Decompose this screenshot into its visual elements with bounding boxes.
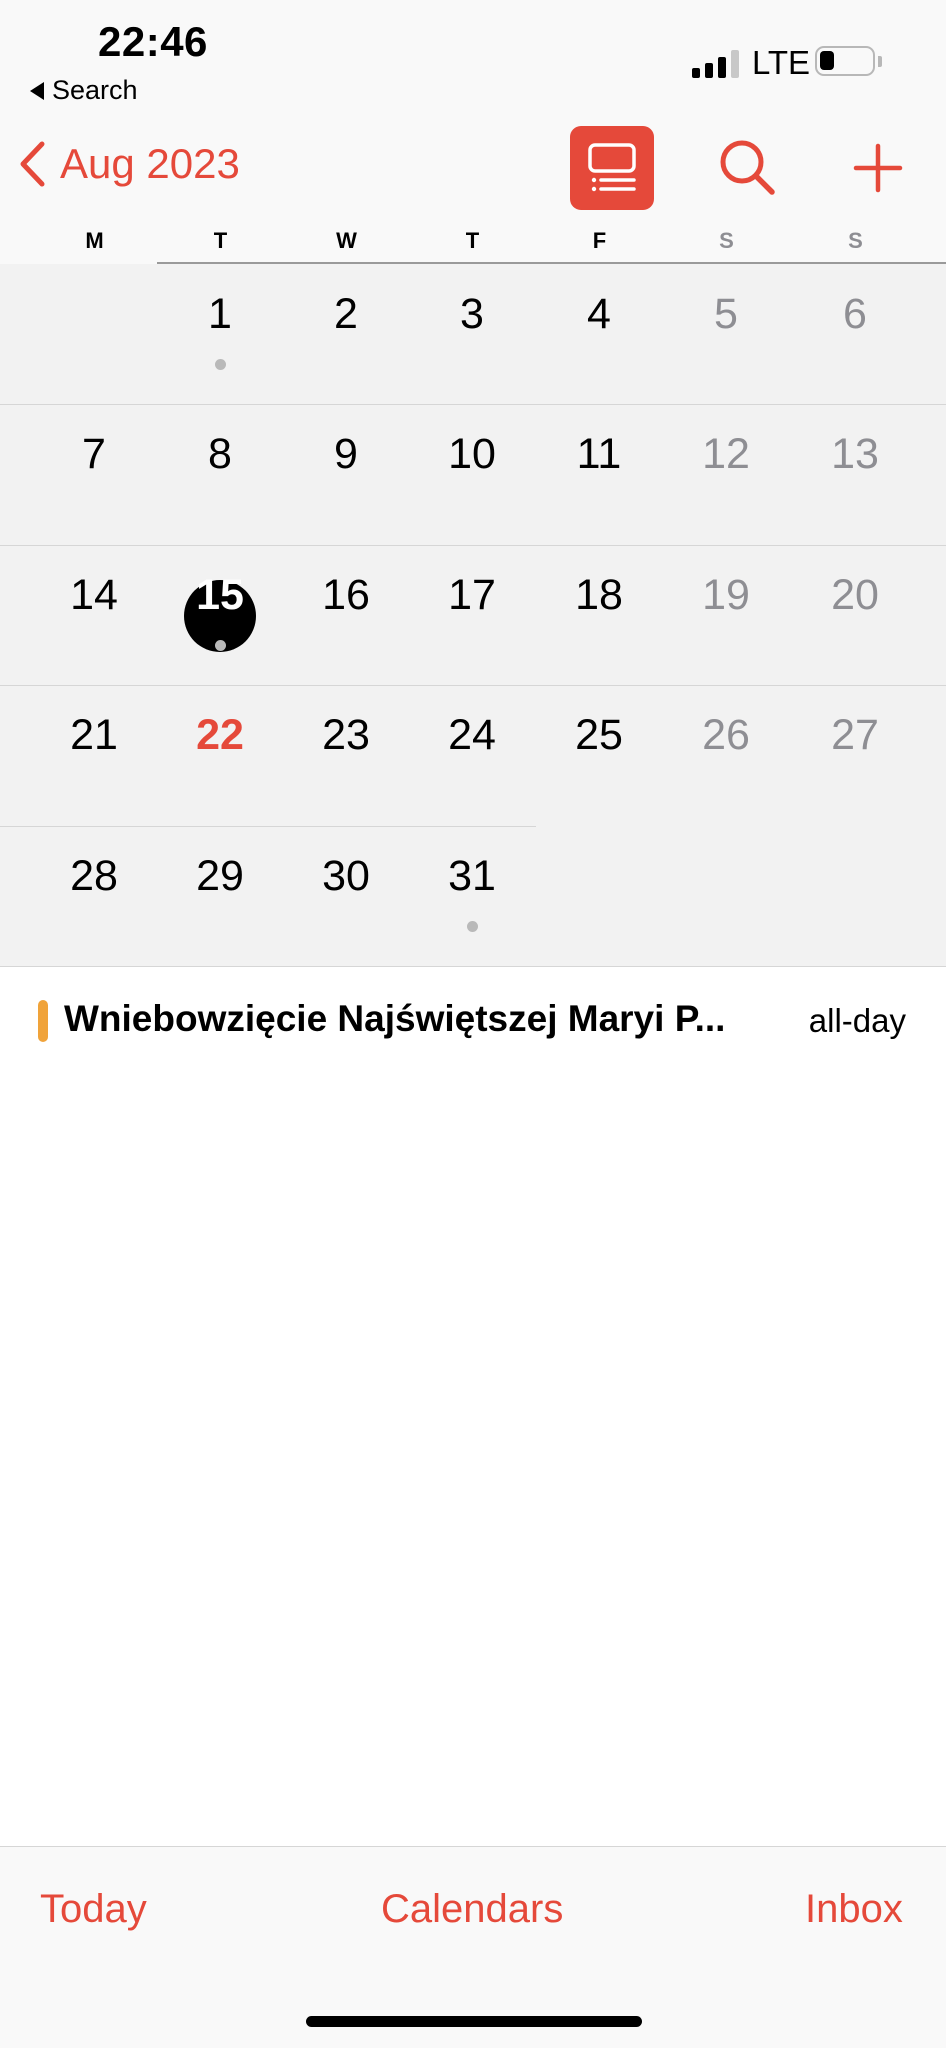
calendar-day[interactable]: 28	[44, 852, 144, 901]
calendar-day[interactable]: 24	[422, 711, 522, 760]
week-divider	[0, 685, 946, 686]
calendar-day[interactable]: 9	[296, 430, 396, 479]
network-type: LTE	[752, 44, 811, 81]
week-divider	[0, 545, 946, 546]
back-to-app-label: Search	[52, 75, 138, 105]
calendar-day[interactable]: 12	[676, 430, 776, 479]
calendar-day[interactable]: 4	[549, 290, 649, 339]
status-time: 22:46	[98, 18, 208, 65]
tab-inbox[interactable]: Inbox	[805, 1887, 903, 1932]
calendar-day[interactable]: 1	[170, 290, 270, 339]
weekday-label: F	[592, 228, 607, 253]
weekday-label: S	[719, 228, 734, 253]
event-item[interactable]: Wniebowzięcie Najświętszej Maryi P... al…	[0, 990, 946, 1054]
week-divider	[0, 826, 536, 827]
calendar-day[interactable]: 2	[296, 290, 396, 339]
calendar-day[interactable]: 14	[44, 571, 144, 620]
event-indicator-dot	[215, 359, 226, 370]
search-button[interactable]	[716, 136, 780, 200]
cellular-signal-icon	[692, 50, 739, 78]
add-event-button[interactable]	[852, 142, 904, 194]
calendar-day[interactable]: 15	[170, 571, 270, 620]
event-time: all-day	[808, 1002, 906, 1039]
battery-cap	[878, 56, 882, 67]
event-indicator-dot	[467, 920, 478, 932]
back-triangle-icon	[30, 81, 44, 100]
calendar-day[interactable]: 13	[805, 430, 905, 479]
calendar-day[interactable]: 10	[422, 430, 522, 479]
month-grid: 1 2 3 4 5 6 7 8 9 10 11 12 13 14 15 16 17 18 19 20 21 22 23 24 2…	[0, 264, 946, 966]
event-indicator-dot	[215, 639, 226, 651]
weekday-label: T	[465, 228, 480, 253]
weekday-label: M	[85, 228, 104, 253]
calendar-day[interactable]: 16	[296, 571, 396, 620]
weekday-header: MTWTFSS	[0, 228, 946, 258]
chevron-left-icon	[20, 141, 45, 187]
calendar-day[interactable]: 25	[549, 711, 649, 760]
event-title: Wniebowzięcie Najświętszej Maryi P...	[64, 998, 726, 1039]
month-year-label: Aug 2023	[60, 140, 240, 187]
calendar-day[interactable]: 20	[805, 571, 905, 620]
home-indicator	[306, 2016, 642, 2027]
tab-calendars[interactable]: Calendars	[381, 1887, 563, 1932]
event-color-bar	[38, 1000, 48, 1042]
back-to-year-button[interactable]: Aug 2023	[18, 140, 240, 188]
tab-today[interactable]: Today	[40, 1887, 147, 1932]
plus-icon	[853, 143, 903, 193]
list-view-icon	[588, 143, 636, 192]
battery-icon	[815, 46, 875, 76]
calendar-day[interactable]: 31	[422, 852, 522, 901]
calendar-day[interactable]: 22	[170, 711, 270, 760]
calendar-day[interactable]: 29	[170, 852, 270, 901]
back-to-app-link[interactable]: Search	[30, 75, 138, 106]
calendar-day[interactable]: 17	[422, 571, 522, 620]
calendar-day[interactable]: 6	[805, 290, 905, 339]
calendar-day[interactable]: 5	[676, 290, 776, 339]
calendar-day[interactable]: 26	[676, 711, 776, 760]
calendar-day[interactable]: 3	[422, 290, 522, 339]
calendar-day[interactable]: 21	[44, 711, 144, 760]
weekday-label: T	[213, 228, 228, 253]
calendar-day[interactable]: 23	[296, 711, 396, 760]
calendar-day[interactable]: 8	[170, 430, 270, 479]
calendar-day[interactable]: 11	[549, 430, 649, 479]
calendar-day[interactable]: 30	[296, 852, 396, 901]
weekday-label: S	[848, 228, 863, 253]
grid-bottom-divider	[0, 966, 946, 967]
calendar-day[interactable]: 18	[549, 571, 649, 620]
calendar-day[interactable]: 7	[44, 430, 144, 479]
search-icon	[720, 140, 775, 195]
list-view-button[interactable]	[570, 126, 654, 210]
calendar-day[interactable]: 19	[676, 571, 776, 620]
week-divider	[0, 404, 946, 405]
weekday-label: W	[336, 228, 357, 253]
calendar-day[interactable]: 27	[805, 711, 905, 760]
